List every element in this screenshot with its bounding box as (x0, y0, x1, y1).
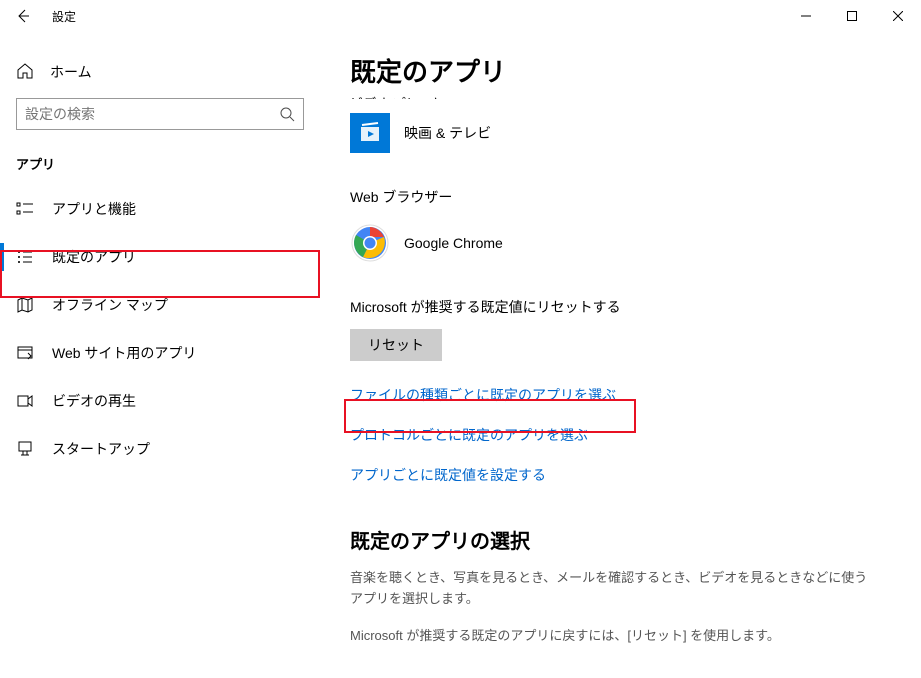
sidebar-item-label: オフライン マップ (52, 295, 168, 315)
home-icon (16, 62, 34, 83)
movies-tv-icon (358, 121, 382, 145)
video-player-section-label: ビデオ プレーヤー (350, 93, 891, 99)
list-icon (16, 200, 34, 218)
chrome-tile (350, 223, 390, 263)
video-player-app-label: 映画 & テレビ (404, 123, 491, 143)
startup-icon (16, 440, 34, 458)
close-button[interactable] (875, 0, 921, 32)
back-button[interactable] (0, 0, 46, 32)
chrome-icon (350, 223, 390, 263)
window-controls (783, 0, 921, 32)
web-browser-section-label: Web ブラウザー (350, 187, 891, 207)
reset-description: Microsoft が推奨する既定値にリセットする (350, 297, 891, 317)
search-icon (279, 106, 295, 122)
choose-defaults-title: 既定のアプリの選択 (350, 525, 891, 554)
window-title: 設定 (52, 8, 76, 25)
main-content: 既定のアプリ ビデオ プレーヤー 映画 & テレビ Web ブラウザー (320, 32, 921, 678)
titlebar: 設定 (0, 0, 921, 32)
sidebar-item-offline-maps[interactable]: オフライン マップ (0, 281, 320, 329)
movies-tv-tile (350, 113, 390, 153)
reset-button[interactable]: リセット (350, 329, 442, 361)
web-browser-app-label: Google Chrome (404, 235, 503, 251)
sidebar-section-label: アプリ (0, 146, 320, 185)
minimize-button[interactable] (783, 0, 829, 32)
map-icon (16, 296, 34, 314)
choose-defaults-description2: Microsoft が推奨する既定のアプリに戻すには、[リセット] を使用します… (350, 626, 870, 647)
website-icon (16, 344, 34, 362)
defaults-icon (16, 248, 34, 266)
sidebar-item-label: スタートアップ (52, 439, 150, 459)
sidebar-item-apps-features[interactable]: アプリと機能 (0, 185, 320, 233)
sidebar-item-label: アプリと機能 (52, 199, 136, 219)
choose-defaults-description: 音楽を聴くとき、写真を見るとき、メールを確認するとき、ビデオを見るときなどに使う… (350, 568, 870, 610)
sidebar-item-label: ビデオの再生 (52, 391, 136, 411)
arrow-left-icon (15, 8, 31, 24)
maximize-button[interactable] (829, 0, 875, 32)
web-browser-app-row[interactable]: Google Chrome (350, 219, 891, 267)
home-label: ホーム (50, 62, 92, 82)
sidebar-item-video-playback[interactable]: ビデオの再生 (0, 377, 320, 425)
sidebar-item-label: 既定のアプリ (52, 247, 136, 267)
search-input[interactable] (16, 98, 304, 130)
maximize-icon (847, 11, 857, 21)
sidebar: ホーム アプリ アプリと機能 既定のアプリ (0, 32, 320, 678)
minimize-icon (801, 11, 811, 21)
sidebar-item-label: Web サイト用のアプリ (52, 343, 196, 363)
video-icon (16, 392, 34, 410)
link-file-type-defaults[interactable]: ファイルの種類ごとに既定のアプリを選ぶ (350, 385, 891, 405)
close-icon (893, 11, 903, 21)
link-protocol-defaults[interactable]: プロトコルごとに既定のアプリを選ぶ (350, 425, 891, 445)
search-field[interactable] (25, 106, 279, 122)
link-app-defaults[interactable]: アプリごとに既定値を設定する (350, 465, 891, 485)
home-link[interactable]: ホーム (0, 52, 320, 92)
sidebar-item-default-apps[interactable]: 既定のアプリ (0, 233, 320, 281)
sidebar-item-apps-for-websites[interactable]: Web サイト用のアプリ (0, 329, 320, 377)
video-player-app-row[interactable]: 映画 & テレビ (350, 109, 891, 157)
sidebar-item-startup[interactable]: スタートアップ (0, 425, 320, 473)
page-title: 既定のアプリ (350, 52, 891, 89)
